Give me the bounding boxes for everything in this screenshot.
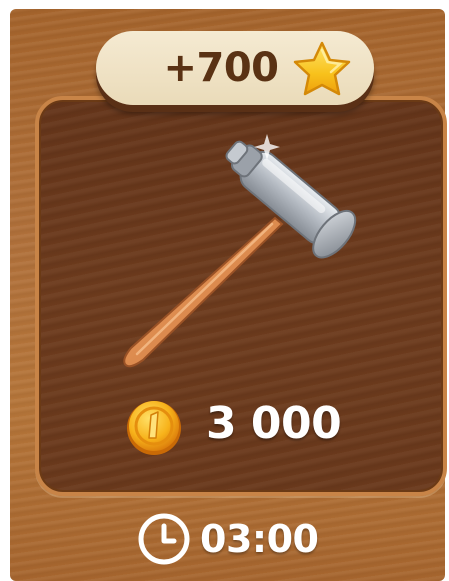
price-row: 3 000: [124, 388, 342, 458]
clock-icon: [138, 513, 190, 565]
hammer-icon: [123, 134, 357, 368]
coin-icon: [127, 401, 181, 455]
timer-row: 03:00: [136, 508, 319, 570]
reward-amount: +700: [163, 45, 279, 91]
timer-value: 03:00: [200, 517, 319, 561]
price-value: 3 000: [206, 397, 342, 449]
star-icon: [293, 41, 351, 96]
